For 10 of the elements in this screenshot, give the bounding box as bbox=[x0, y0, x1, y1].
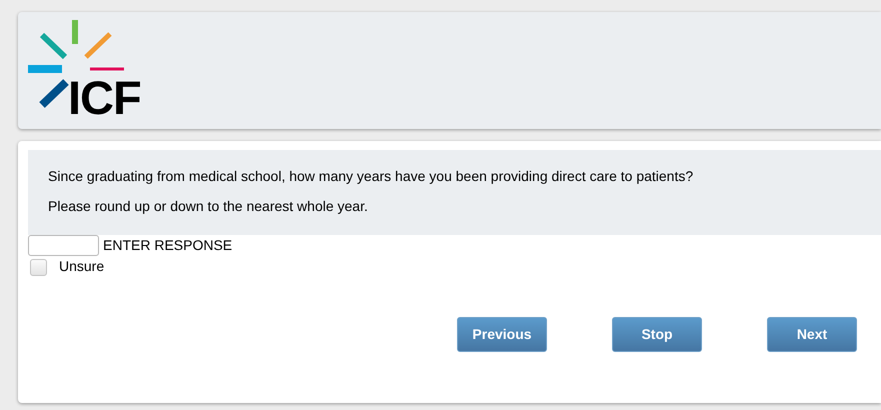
response-field[interactable] bbox=[28, 235, 99, 256]
question-text: Please round up or down to the nearest whole year. bbox=[48, 198, 369, 214]
nav-button[interactable]: Previous bbox=[457, 317, 547, 352]
question-text: Since graduating from medical school, how many years have you been providing direct care to patients? bbox=[48, 168, 694, 184]
nav-button[interactable]: Next bbox=[767, 317, 857, 352]
logo-text: ICF bbox=[68, 76, 141, 120]
checkbox-label: Unsure bbox=[59, 257, 104, 276]
checkbox[interactable] bbox=[30, 259, 47, 276]
nav-button[interactable]: Stop bbox=[612, 317, 702, 352]
response-label: ENTER RESPONSE bbox=[103, 236, 232, 255]
